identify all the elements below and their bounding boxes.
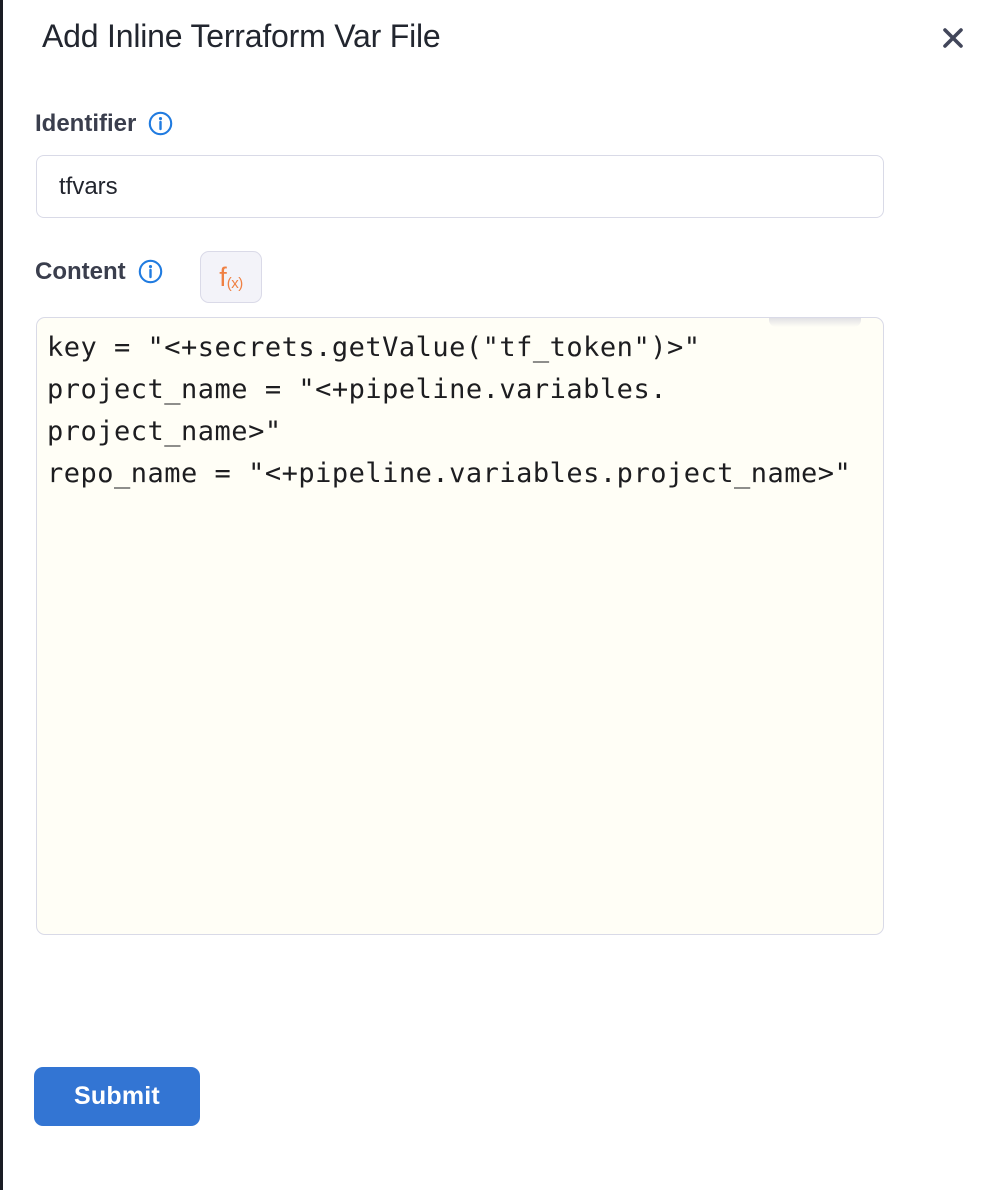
- submit-button[interactable]: Submit: [34, 1067, 200, 1126]
- info-icon[interactable]: [148, 111, 173, 136]
- content-code-editor[interactable]: key = "<+secrets.getValue("tf_token")>" …: [36, 317, 884, 935]
- content-code-text[interactable]: key = "<+secrets.getValue("tf_token")>" …: [37, 318, 883, 495]
- page-title: Add Inline Terraform Var File: [42, 18, 441, 55]
- identifier-input[interactable]: [36, 155, 884, 218]
- fx-expression-icon: f(x): [219, 264, 243, 291]
- identifier-label: Identifier: [35, 110, 136, 138]
- content-label-row: Content: [35, 258, 163, 286]
- content-label: Content: [35, 258, 126, 286]
- close-icon: [938, 23, 968, 56]
- identifier-label-row: Identifier: [35, 110, 173, 138]
- drawer-left-edge: [0, 0, 3, 1190]
- info-icon[interactable]: [138, 259, 163, 284]
- close-button[interactable]: [936, 22, 970, 56]
- expression-fx-button[interactable]: f(x): [200, 251, 262, 303]
- editor-scroll-thumb: [769, 318, 861, 327]
